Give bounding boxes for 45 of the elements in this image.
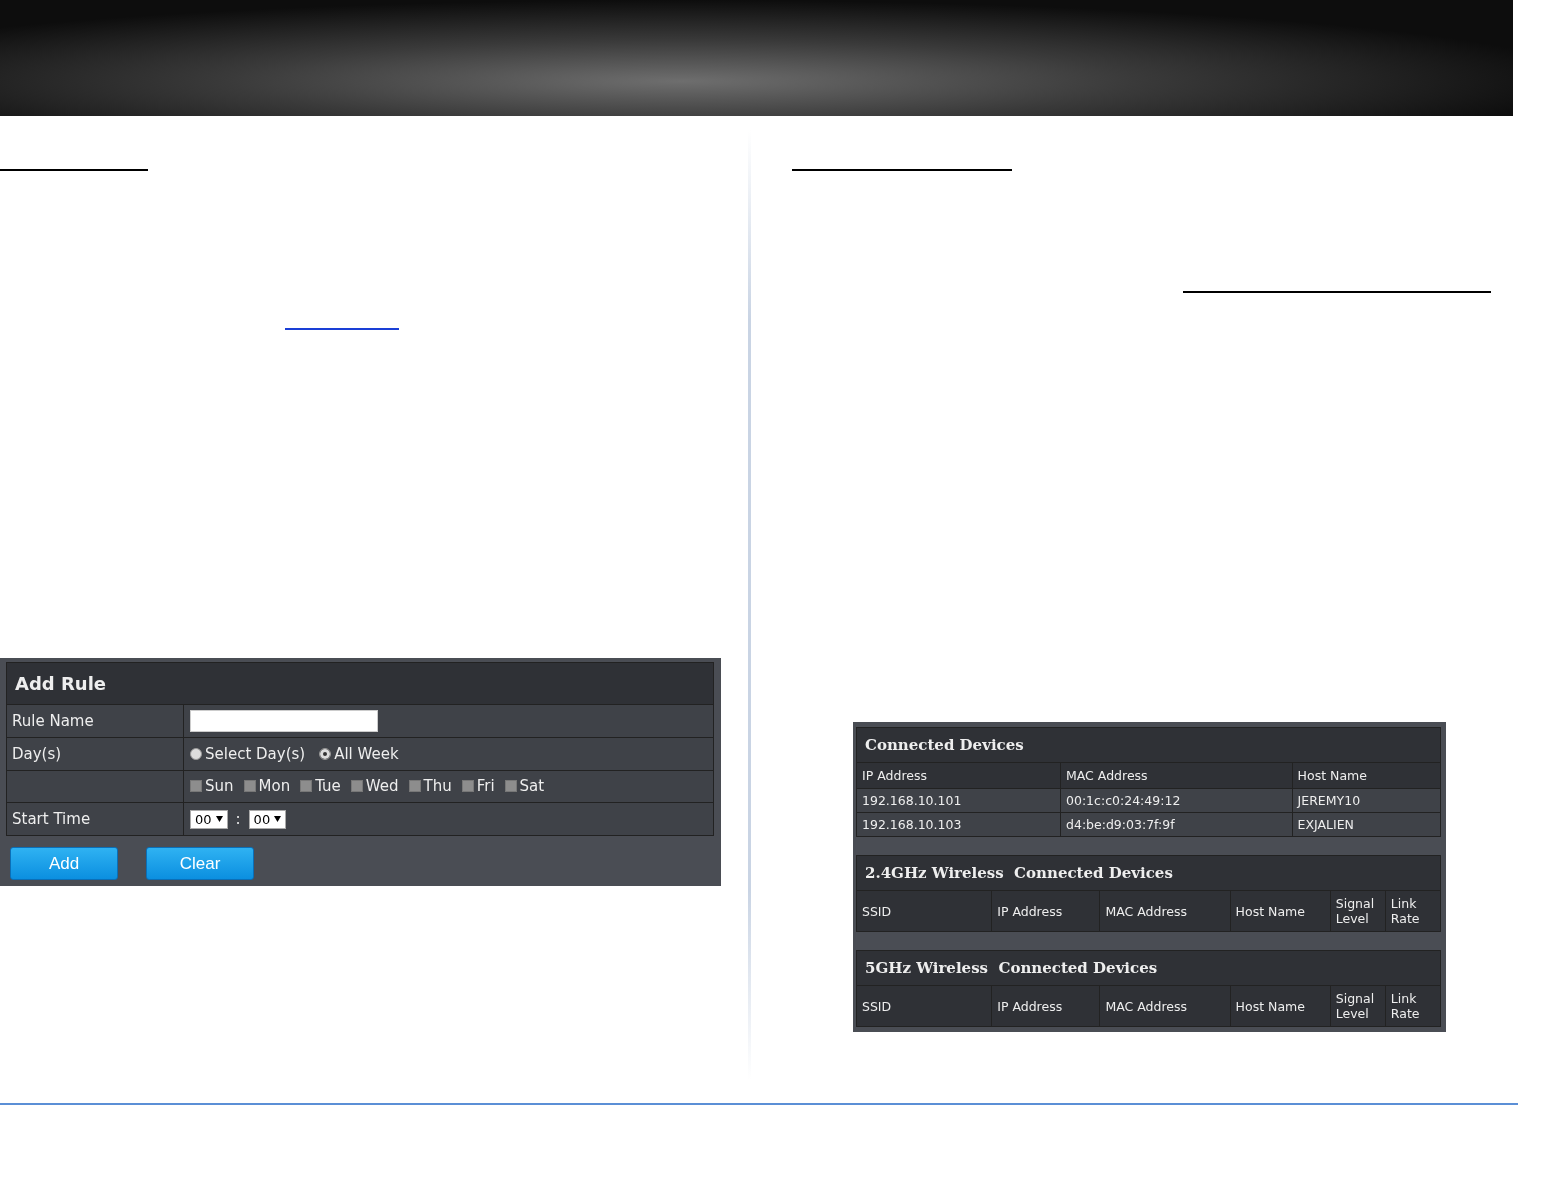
column-header: MAC Address [1060, 762, 1293, 789]
day-label: Thu [423, 777, 452, 795]
rule-name-field[interactable] [190, 710, 378, 732]
radio-option[interactable]: All Week [319, 744, 399, 763]
day-label: Mon [258, 777, 291, 795]
day-label: Wed [365, 777, 399, 795]
column-header: MAC Address [1099, 985, 1231, 1027]
column-header: Link Rate [1385, 890, 1441, 932]
radio-button[interactable] [190, 747, 202, 760]
column-header: IP Address [856, 762, 1061, 789]
field-label: Day(s) [6, 737, 184, 771]
column-header: Host Name [1292, 762, 1441, 789]
column-header: IP Address [991, 890, 1100, 932]
column-header: SSID [856, 890, 992, 932]
field-label: Start Time [6, 802, 184, 836]
day-label: Sat [519, 777, 545, 795]
panel-title: Add Rule [6, 662, 714, 705]
time-separator: : [235, 809, 241, 828]
table-cell: 00:1c:c0:24:49:12 [1060, 788, 1293, 813]
table-cell: 192.168.10.101 [856, 788, 1061, 813]
column-header: Signal Level [1330, 890, 1386, 932]
table-title: Connected Devices [856, 727, 1441, 763]
table-title: 5GHz Wireless Connected Devices [856, 950, 1441, 986]
table-cell: EXJALIEN [1292, 812, 1441, 837]
column-header: Link Rate [1385, 985, 1441, 1027]
day-label: Sun [205, 777, 234, 795]
day-label: Fri [476, 777, 495, 795]
column-header: SSID [856, 985, 992, 1027]
radio-option[interactable]: Select Day(s) [190, 744, 306, 763]
hour-select[interactable]: 00 [190, 809, 228, 829]
table-title: 2.4GHz Wireless Connected Devices [856, 855, 1441, 891]
caret-icon [274, 816, 282, 822]
radio-button[interactable] [319, 747, 332, 760]
column-header: Signal Level [1330, 985, 1386, 1027]
minute-select[interactable]: 00 [248, 809, 287, 829]
column-header: IP Address [991, 985, 1100, 1027]
column-header: MAC Address [1099, 890, 1231, 932]
day-label: Tue [315, 777, 341, 795]
table-cell: 192.168.10.103 [856, 812, 1061, 837]
field-label: Rule Name [6, 704, 184, 738]
column-header: Host Name [1230, 985, 1331, 1027]
table-cell: d4:be:d9:03:7f:9f [1060, 812, 1293, 837]
caret-icon [215, 816, 223, 822]
table-cell: JEREMY10 [1292, 788, 1441, 813]
column-header: Host Name [1230, 890, 1331, 932]
